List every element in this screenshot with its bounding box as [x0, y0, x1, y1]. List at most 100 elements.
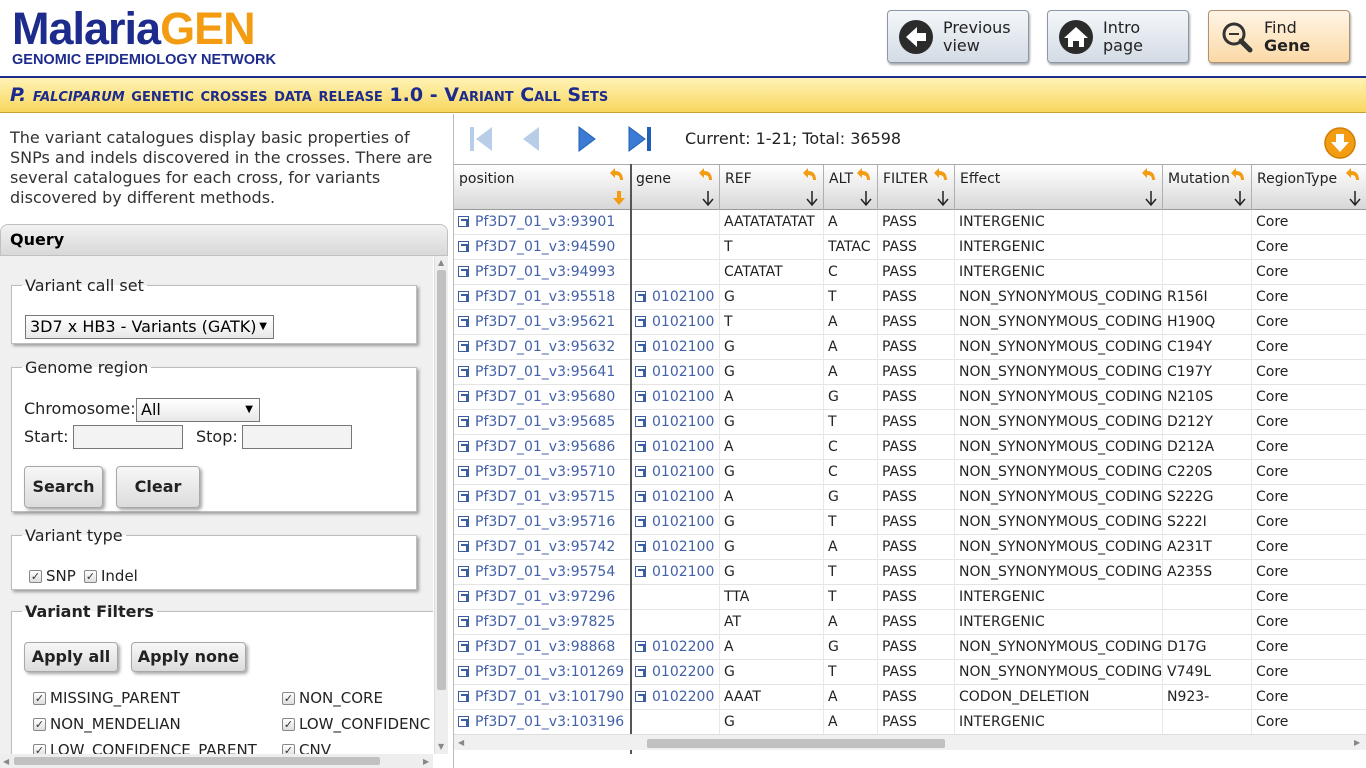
cell-text[interactable]: 0102100 — [652, 514, 714, 530]
filter-checkbox-non-core[interactable]: ✓ NON_CORE — [282, 689, 383, 707]
cell-text[interactable]: Pf3D7_01_v3:95716 — [475, 514, 615, 530]
cell-position[interactable]: Pf3D7_01_v3:95686 — [454, 435, 631, 460]
cell-position[interactable]: Pf3D7_01_v3:95754 — [454, 560, 631, 585]
grid-horizontal-scrollbar[interactable]: ◀ ▶ — [454, 734, 1366, 750]
cell-text[interactable]: Pf3D7_01_v3:95715 — [475, 489, 615, 505]
sort-icon[interactable] — [609, 167, 627, 185]
query-horizontal-scrollbar[interactable]: ◀ ▶ — [0, 754, 433, 768]
cell-gene[interactable]: 0102100 — [631, 285, 720, 310]
table-row[interactable]: Pf3D7_01_v3:95518 0102100 G T PASS NON_SYNONY… — [454, 285, 1366, 310]
table-row[interactable]: Pf3D7_01_v3:97296 TTA T PASS INTERGENIC Core — [454, 585, 1366, 610]
cell-position[interactable]: Pf3D7_01_v3:95715 — [454, 485, 631, 510]
cell-text[interactable]: 0102100 — [652, 389, 714, 405]
table-row[interactable]: Pf3D7_01_v3:93901 AATATATATAT A PASS INTERGE… — [454, 210, 1366, 235]
cell-text[interactable]: Pf3D7_01_v3:97825 — [475, 614, 615, 630]
external-link-icon[interactable] — [635, 441, 646, 452]
external-link-icon[interactable] — [458, 541, 469, 552]
search-button[interactable]: Search — [24, 466, 103, 508]
cell-gene[interactable]: 0102100 — [631, 560, 720, 585]
cell-gene[interactable]: 0102100 — [631, 385, 720, 410]
external-link-icon[interactable] — [635, 366, 646, 377]
column-header-alt[interactable]: ALT — [824, 165, 878, 211]
external-link-icon[interactable] — [635, 541, 646, 552]
cell-text[interactable]: Pf3D7_01_v3:103196 — [475, 714, 624, 730]
cell-text[interactable]: 0102100 — [652, 364, 714, 380]
chromosome-select[interactable]: All ▼ — [136, 398, 260, 422]
find-gene-button[interactable]: Find Gene — [1208, 10, 1350, 63]
external-link-icon[interactable] — [458, 591, 469, 602]
apply-none-button[interactable]: Apply none — [131, 642, 246, 672]
cell-text[interactable]: 0102200 — [652, 639, 714, 655]
external-link-icon[interactable] — [458, 491, 469, 502]
cell-text[interactable]: 0102100 — [652, 489, 714, 505]
sort-icon[interactable] — [933, 167, 951, 185]
cell-position[interactable]: Pf3D7_01_v3:95710 — [454, 460, 631, 485]
cell-position[interactable]: Pf3D7_01_v3:95641 — [454, 360, 631, 385]
scroll-right-icon[interactable]: ▶ — [1354, 738, 1360, 747]
sort-descending-icon[interactable] — [936, 189, 950, 207]
cell-text[interactable]: 0102100 — [652, 564, 714, 580]
download-icon[interactable] — [1323, 126, 1357, 160]
external-link-icon[interactable] — [458, 516, 469, 527]
first-page-icon[interactable] — [466, 124, 496, 154]
external-link-icon[interactable] — [458, 391, 469, 402]
table-row[interactable]: Pf3D7_01_v3:95680 0102100 A G PASS NON_SYNONY… — [454, 385, 1366, 410]
cell-position[interactable]: Pf3D7_01_v3:95685 — [454, 410, 631, 435]
cell-position[interactable]: Pf3D7_01_v3:95632 — [454, 335, 631, 360]
cell-text[interactable]: Pf3D7_01_v3:95641 — [475, 364, 615, 380]
external-link-icon[interactable] — [635, 341, 646, 352]
external-link-icon[interactable] — [635, 416, 646, 427]
table-row[interactable]: Pf3D7_01_v3:95641 0102100 G A PASS NON_SYNONY… — [454, 360, 1366, 385]
sort-descending-icon[interactable] — [1144, 189, 1158, 207]
clear-button[interactable]: Clear — [116, 466, 200, 508]
external-link-icon[interactable] — [635, 666, 646, 677]
external-link-icon[interactable] — [458, 641, 469, 652]
table-row[interactable]: Pf3D7_01_v3:94590 T TATAC PASS INTERGENIC Cor… — [454, 235, 1366, 260]
cell-text[interactable]: Pf3D7_01_v3:95754 — [475, 564, 615, 580]
filter-checkbox-low-confidence-parent[interactable]: ✓ LOW_CONFIDENCE_PARENT — [33, 741, 257, 754]
cell-text[interactable]: Pf3D7_01_v3:97296 — [475, 589, 615, 605]
cell-text[interactable]: 0102100 — [652, 439, 714, 455]
cell-text[interactable]: Pf3D7_01_v3:95686 — [475, 439, 615, 455]
frozen-column-divider[interactable] — [630, 164, 632, 754]
cell-text[interactable]: Pf3D7_01_v3:95621 — [475, 314, 615, 330]
external-link-icon[interactable] — [458, 341, 469, 352]
external-link-icon[interactable] — [458, 316, 469, 327]
apply-all-button[interactable]: Apply all — [24, 642, 118, 672]
cell-position[interactable]: Pf3D7_01_v3:94993 — [454, 260, 631, 285]
cell-position[interactable]: Pf3D7_01_v3:95742 — [454, 535, 631, 560]
cell-gene[interactable]: 0102100 — [631, 310, 720, 335]
cell-text[interactable]: Pf3D7_01_v3:101269 — [475, 664, 624, 680]
previous-page-icon[interactable] — [517, 124, 547, 154]
cell-text[interactable]: Pf3D7_01_v3:95518 — [475, 289, 615, 305]
external-link-icon[interactable] — [635, 566, 646, 577]
sort-icon[interactable] — [1230, 167, 1248, 185]
next-page-icon[interactable] — [571, 124, 601, 154]
cell-gene[interactable]: 0102100 — [631, 335, 720, 360]
cell-text[interactable]: 0102100 — [652, 414, 714, 430]
cell-position[interactable]: Pf3D7_01_v3:94590 — [454, 235, 631, 260]
sort-descending-active-icon[interactable] — [612, 189, 626, 207]
cell-text[interactable]: Pf3D7_01_v3:95710 — [475, 464, 615, 480]
filter-checkbox-low-confidence[interactable]: ✓ LOW_CONFIDENC — [282, 715, 430, 733]
column-header-position[interactable]: position — [454, 165, 631, 211]
sort-icon[interactable] — [1141, 167, 1159, 185]
cell-text[interactable]: 0102200 — [652, 664, 714, 680]
cell-position[interactable]: Pf3D7_01_v3:95716 — [454, 510, 631, 535]
cell-position[interactable]: Pf3D7_01_v3:103196 — [454, 710, 631, 734]
external-link-icon[interactable] — [458, 416, 469, 427]
external-link-icon[interactable] — [458, 441, 469, 452]
scroll-up-icon[interactable]: ▲ — [438, 258, 444, 267]
external-link-icon[interactable] — [635, 491, 646, 502]
variant-call-set-select[interactable]: 3D7 x HB3 - Variants (GATK) ▼ — [25, 315, 274, 339]
table-row[interactable]: Pf3D7_01_v3:95632 0102100 G A PASS NON_SYNONY… — [454, 335, 1366, 360]
sort-icon[interactable] — [856, 167, 874, 185]
external-link-icon[interactable] — [458, 291, 469, 302]
cell-text[interactable]: 0102200 — [652, 689, 714, 705]
cell-text[interactable]: Pf3D7_01_v3:95685 — [475, 414, 615, 430]
external-link-icon[interactable] — [635, 691, 646, 702]
cell-gene[interactable]: 0102100 — [631, 460, 720, 485]
external-link-icon[interactable] — [458, 216, 469, 227]
table-row[interactable]: Pf3D7_01_v3:95715 0102100 A G PASS NON_SYNONY… — [454, 485, 1366, 510]
table-row[interactable]: Pf3D7_01_v3:95742 0102100 G A PASS NON_SYNONY… — [454, 535, 1366, 560]
